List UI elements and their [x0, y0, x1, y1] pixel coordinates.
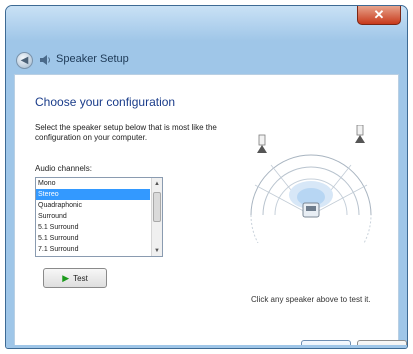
back-button[interactable]: ◀ [16, 52, 33, 69]
speaker-diagram[interactable] [247, 125, 375, 243]
play-icon: ▶ [62, 272, 70, 283]
channel-list-item[interactable]: Stereo [36, 189, 150, 200]
page-description: Select the speaker setup below that is m… [35, 123, 217, 142]
audio-channels-list[interactable]: Mono Stereo Quadraphonic Surround 5.1 Surrou… [35, 177, 163, 257]
speaker-setup-window: ✕ ◀ Speaker Setup Choose your configurat… [5, 5, 408, 349]
channel-list-item[interactable]: Surround [36, 211, 150, 222]
page-title: Choose your configuration [35, 95, 176, 109]
wizard-content: Choose your configuration Select the spe… [14, 74, 407, 348]
channel-list-item[interactable]: Quadraphonic [36, 200, 150, 211]
channel-items: Mono Stereo Quadraphonic Surround 5.1 Surrou… [36, 178, 150, 255]
channel-list-item[interactable]: 7.1 Surround [36, 244, 150, 255]
window-bottom-border [6, 345, 407, 348]
scroll-thumb[interactable] [153, 192, 161, 222]
test-button-label: Test [73, 273, 88, 283]
left-speaker-icon[interactable] [257, 134, 267, 153]
list-scrollbar[interactable]: ▲ ▼ [151, 178, 162, 256]
window-title: Speaker Setup [56, 53, 129, 65]
scroll-down-icon[interactable]: ▼ [152, 245, 162, 256]
speaker-icon [40, 55, 50, 65]
test-button[interactable]: ▶ Test [43, 268, 107, 288]
right-speaker-icon[interactable] [355, 125, 365, 143]
arrow-left-icon: ◀ [20, 55, 29, 66]
scroll-up-icon[interactable]: ▲ [152, 178, 162, 189]
audio-channels-label: Audio channels: [35, 164, 92, 173]
wizard-nav: ◀ Speaker Setup [6, 6, 407, 69]
test-hint: Click any speaker above to test it. [251, 295, 371, 304]
channel-list-item[interactable]: 5.1 Surround [36, 222, 150, 233]
channel-list-item[interactable]: Mono [36, 178, 150, 189]
channel-list-item[interactable]: 5.1 Surround [36, 233, 150, 244]
